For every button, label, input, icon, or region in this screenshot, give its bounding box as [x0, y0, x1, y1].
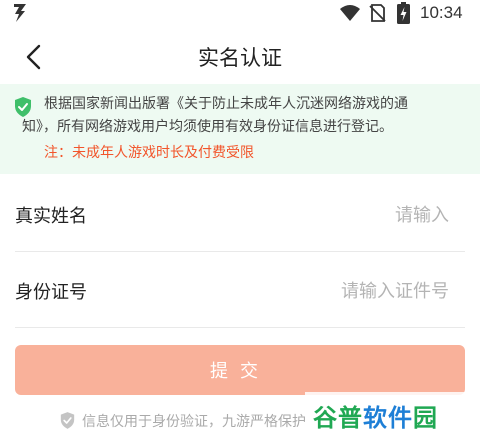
id-number-row: 身份证号 — [15, 252, 465, 328]
notice-line-2: 知》，所有网络游戏用户均须使用有效身份证信息进行登记。 — [22, 119, 393, 135]
notice-warning: 注：未成年人游戏时长及付费受限 — [44, 145, 254, 161]
status-time: 10:34 — [420, 3, 463, 22]
status-bar: 10:34 — [0, 0, 480, 26]
notice-banner: 根据国家新闻出版署《关于防止未成年人沉迷网络游戏的通 知》，所有网络游戏用户均须… — [0, 84, 480, 174]
id-number-input[interactable] — [187, 274, 451, 308]
battery-charging-icon — [397, 2, 410, 24]
header: 实名认证 — [0, 30, 480, 82]
privacy-text: 信息仅用于身份验证，九游严格保护 — [82, 414, 306, 430]
watermark: 谷普软件园 — [305, 392, 475, 436]
watermark-text: 谷普软件园 — [313, 404, 438, 432]
submit-button[interactable]: 提交 — [15, 345, 465, 395]
no-sim-icon — [369, 4, 386, 22]
name-row: 真实姓名 — [15, 176, 465, 252]
id-number-label: 身份证号 — [15, 282, 87, 303]
app-icon — [14, 4, 26, 22]
notice-line-1: 根据国家新闻出版署《关于防止未成年人沉迷网络游戏的通 — [44, 96, 408, 112]
shield-check-icon — [15, 97, 31, 117]
wifi-icon — [340, 5, 360, 21]
shield-check-icon — [60, 412, 75, 429]
name-input[interactable] — [187, 198, 451, 232]
notice-text: 根据国家新闻出版署《关于防止未成年人沉迷网络游戏的通 知》，所有网络游戏用户均须… — [22, 93, 472, 139]
name-label: 真实姓名 — [15, 206, 87, 227]
page-title: 实名认证 — [198, 46, 282, 70]
